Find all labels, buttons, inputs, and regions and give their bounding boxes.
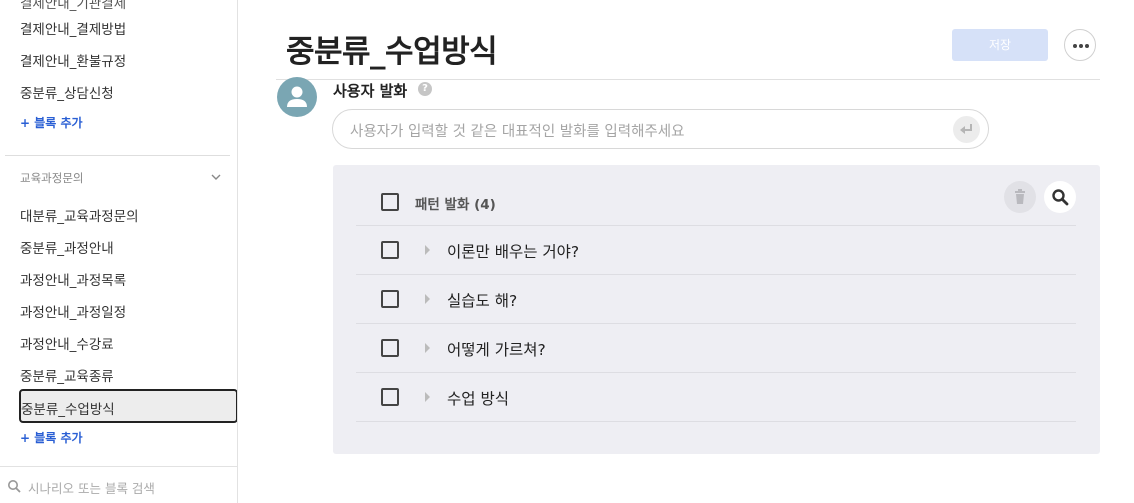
search-input[interactable]: 시나리오 또는 블록 검색 [28,478,155,497]
more-horizontal-icon [1073,44,1077,48]
trash-icon [1015,189,1025,204]
save-button[interactable]: 저장 [952,29,1048,61]
caret-right-icon[interactable] [425,294,430,304]
search-button[interactable] [1044,181,1076,213]
sidebar-item[interactable]: 대분류_교육과정문의 [20,205,139,225]
sidebar-item[interactable]: 과정안내_과정일정 [20,301,126,321]
sidebar-item-label: 중분류_수업방식 [21,402,115,418]
search-icon [1052,189,1069,206]
row-checkbox[interactable] [381,388,399,406]
page-title: 중분류_수업방식 [286,34,498,70]
pattern-text[interactable]: 실습도 해? [447,289,517,311]
sidebar-item-selected[interactable]: 중분류_수업방식 [19,389,237,423]
sidebar-search[interactable]: 시나리오 또는 블록 검색 [0,466,237,503]
sidebar-item[interactable]: 과정안내_수강료 [20,333,114,353]
add-block-button[interactable]: + 블록 추가 [20,429,83,446]
caret-right-icon[interactable] [425,343,430,353]
sidebar-item[interactable]: 결제안내_결제방법 [20,18,126,38]
help-icon[interactable]: ? [418,82,432,96]
list-item[interactable]: 수업 방식 [333,373,1100,422]
more-options-button[interactable] [1064,29,1096,61]
select-all-checkbox[interactable] [381,193,399,211]
add-block-button[interactable]: + 블록 추가 [20,114,83,131]
user-utterance-label: 사용자 발화 [333,82,408,100]
more-horizontal-icon [1079,44,1083,48]
search-icon [8,480,21,493]
pattern-header: 패턴 발화 (4) [415,197,496,213]
row-checkbox[interactable] [381,339,399,357]
pattern-text[interactable]: 어떻게 가르쳐? [447,338,546,360]
group-label[interactable]: 교육과정문의 [20,170,83,186]
delete-button[interactable] [1004,181,1036,213]
sidebar-divider [5,155,230,156]
list-item[interactable]: 이론만 배우는 거야? [333,226,1100,275]
list-item[interactable]: 실습도 해? [333,275,1100,324]
row-divider [356,421,1076,422]
chevron-down-icon[interactable] [210,171,222,183]
user-avatar-icon [277,77,317,117]
utterance-input[interactable]: 사용자가 입력할 것 같은 대표적인 발화를 입력해주세요 [332,109,989,149]
list-item[interactable]: 어떻게 가르쳐? [333,324,1100,373]
sidebar: 결제안내_기관결제 결제안내_결제방법 결제안내_환불규정 중분류_상담신청 +… [0,0,238,503]
sidebar-item[interactable]: 과정안내_과정목록 [20,269,126,289]
row-checkbox[interactable] [381,241,399,259]
pattern-text[interactable]: 이론만 배우는 거야? [447,240,579,262]
sidebar-item[interactable]: 중분류_상담신청 [20,82,114,102]
enter-icon [960,124,972,134]
sidebar-item[interactable]: 중분류_과정안내 [20,237,114,257]
pattern-panel: 패턴 발화 (4) 이론만 배우는 거야? 실습도 해? 어떻게 가르쳐? 수업… [333,165,1100,454]
sidebar-item[interactable]: 중분류_교육종류 [20,365,114,385]
row-checkbox[interactable] [381,290,399,308]
utterance-input-placeholder: 사용자가 입력할 것 같은 대표적인 발화를 입력해주세요 [350,124,685,140]
enter-button[interactable] [953,116,980,143]
caret-right-icon[interactable] [425,392,430,402]
sidebar-item[interactable]: 결제안내_환불규정 [20,50,126,70]
pattern-text[interactable]: 수업 방식 [447,387,509,409]
sidebar-item[interactable]: 결제안내_기관결제 [20,0,126,12]
more-horizontal-icon [1085,44,1089,48]
caret-right-icon[interactable] [425,245,430,255]
